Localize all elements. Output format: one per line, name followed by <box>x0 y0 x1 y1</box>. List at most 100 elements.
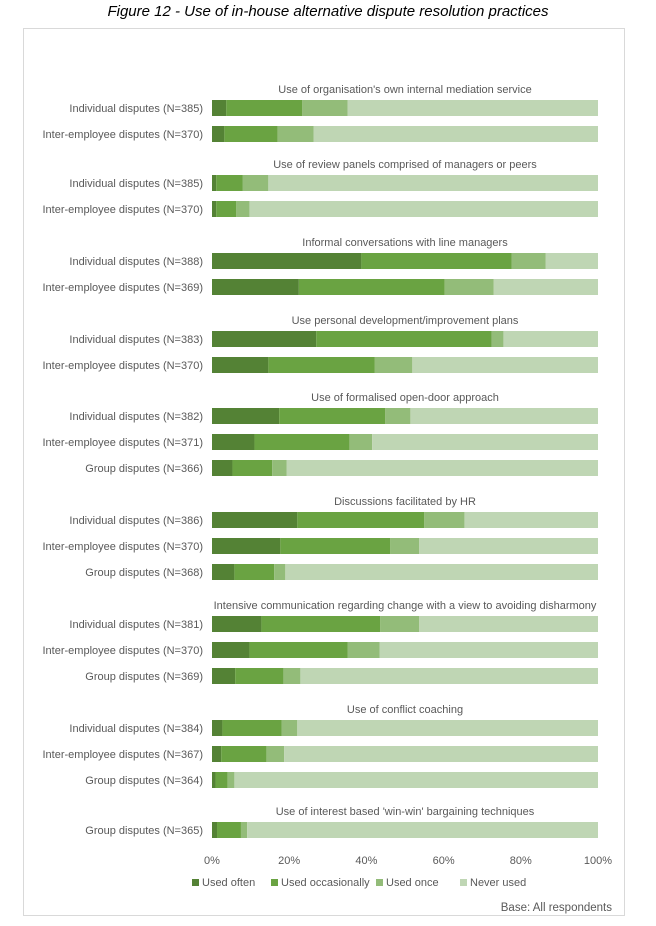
row-label: Group disputes (N=366) <box>85 463 203 475</box>
bar-segment-never-used <box>300 668 598 684</box>
bar-segment-used-once <box>240 822 248 838</box>
bar-segment-used-occasionally <box>268 357 375 373</box>
legend-swatch <box>192 879 199 886</box>
x-tick-label: 60% <box>433 855 455 867</box>
x-tick-label: 40% <box>355 855 377 867</box>
bar-segment-used-occasionally <box>235 668 284 684</box>
bar-group: Use of organisation's own internal media… <box>43 84 598 142</box>
group-title: Intensive communication regarding change… <box>214 600 597 612</box>
bar-segment-used-occasionally <box>221 746 267 762</box>
legend-label: Used often <box>202 877 255 889</box>
row-label: Individual disputes (N=382) <box>69 411 203 423</box>
row-label: Individual disputes (N=388) <box>69 256 203 268</box>
bar-segment-used-occasionally <box>217 822 241 838</box>
bar-segment-used-occasionally <box>232 460 273 476</box>
bar-segment-never-used <box>347 100 598 116</box>
bar-segment-used-once <box>283 668 301 684</box>
bar-group: Use of formalised open-door approach Indi… <box>43 392 598 476</box>
bar-segment-never-used <box>493 279 598 295</box>
row-label: Individual disputes (N=384) <box>69 723 203 735</box>
row-label: Individual disputes (N=385) <box>69 103 203 115</box>
x-tick-label: 20% <box>278 855 300 867</box>
legend-swatch <box>271 879 278 886</box>
bar-segment-used-often <box>212 100 227 116</box>
row-label: Inter-employee disputes (N=370) <box>43 129 204 141</box>
bar-segment-never-used <box>419 616 598 632</box>
bar-segment-never-used <box>372 434 598 450</box>
x-tick-label: 100% <box>584 855 612 867</box>
bar-segment-used-often <box>212 201 217 217</box>
bar-segment-used-once <box>444 279 494 295</box>
bar-segment-used-often <box>212 512 298 528</box>
bar-group: Informal conversations with line manager… <box>43 237 598 295</box>
bar-segment-used-occasionally <box>316 331 492 347</box>
bar-segment-used-often <box>212 460 233 476</box>
legend-swatch <box>376 879 383 886</box>
bar-segment-used-often <box>212 331 317 347</box>
bar-segment-used-often <box>212 434 255 450</box>
bar-segment-used-occasionally <box>261 616 381 632</box>
group-title: Use of interest based 'win-win' bargaini… <box>276 806 535 818</box>
bar-group: Use personal development/improvement pla… <box>43 315 598 373</box>
bar-segment-used-once <box>272 460 287 476</box>
bar-segment-used-often <box>212 668 236 684</box>
bar-group: Intensive communication regarding change… <box>43 600 598 684</box>
bar-segment-used-once <box>277 126 314 142</box>
bar-segment-used-once <box>380 616 420 632</box>
bar-segment-used-once <box>274 564 286 580</box>
bar-segment-used-once <box>349 434 373 450</box>
group-title: Use of conflict coaching <box>347 704 463 716</box>
bar-segment-used-once <box>511 253 546 269</box>
bar-segment-used-once <box>491 331 504 347</box>
group-title: Use of formalised open-door approach <box>311 392 499 404</box>
bar-group: Use of conflict coaching Individual dispu… <box>43 704 598 788</box>
bar-segment-never-used <box>419 538 598 554</box>
row-label: Group disputes (N=369) <box>85 671 203 683</box>
x-tick-label: 0% <box>204 855 220 867</box>
bar-group: Discussions facilitated by HR Individual … <box>43 496 598 580</box>
bar-segment-never-used <box>410 408 598 424</box>
bar-segment-used-often <box>212 616 262 632</box>
group-title: Use of review panels comprised of manage… <box>273 159 537 171</box>
bar-segment-never-used <box>379 642 598 658</box>
bar-segment-used-often <box>212 772 216 788</box>
row-label: Inter-employee disputes (N=370) <box>43 204 204 216</box>
x-tick-label: 80% <box>510 855 532 867</box>
bar-segment-used-occasionally <box>234 564 275 580</box>
legend-label: Used once <box>386 877 439 889</box>
bar-segment-used-occasionally <box>298 279 445 295</box>
bar-group: Use of interest based 'win-win' bargaini… <box>85 806 598 838</box>
bar-segment-used-occasionally <box>215 772 228 788</box>
bar-segment-used-once <box>227 772 235 788</box>
legend-label: Used occasionally <box>281 877 370 889</box>
bar-segment-used-occasionally <box>279 408 386 424</box>
bar-segment-used-once <box>424 512 465 528</box>
row-label: Inter-employee disputes (N=370) <box>43 541 204 553</box>
bar-segment-never-used <box>286 460 598 476</box>
row-label: Inter-employee disputes (N=371) <box>43 437 204 449</box>
bar-segment-used-occasionally <box>254 434 350 450</box>
bar-segment-used-occasionally <box>216 201 237 217</box>
legend-label: Never used <box>470 877 526 889</box>
row-label: Individual disputes (N=386) <box>69 515 203 527</box>
row-label: Inter-employee disputes (N=367) <box>43 749 204 761</box>
row-label: Individual disputes (N=385) <box>69 178 203 190</box>
bar-segment-never-used <box>464 512 598 528</box>
bar-segment-used-once <box>374 357 413 373</box>
bar-segment-never-used <box>284 746 598 762</box>
bar-segment-never-used <box>285 564 598 580</box>
legend-item: Never used <box>460 877 526 889</box>
bar-segment-used-often <box>212 720 223 736</box>
bar-segment-used-often <box>212 253 362 269</box>
bar-segment-never-used <box>249 201 598 217</box>
bar-segment-used-once <box>242 175 269 191</box>
row-label: Inter-employee disputes (N=370) <box>43 360 204 372</box>
row-label: Individual disputes (N=383) <box>69 334 203 346</box>
bar-segment-used-occasionally <box>222 720 282 736</box>
bar-segment-used-often <box>212 175 217 191</box>
bar-segment-used-occasionally <box>224 126 278 142</box>
bar-segment-used-often <box>212 279 299 295</box>
bar-segment-used-often <box>212 642 250 658</box>
base-note: Base: All respondents <box>500 902 612 914</box>
bar-segment-used-occasionally <box>226 100 303 116</box>
